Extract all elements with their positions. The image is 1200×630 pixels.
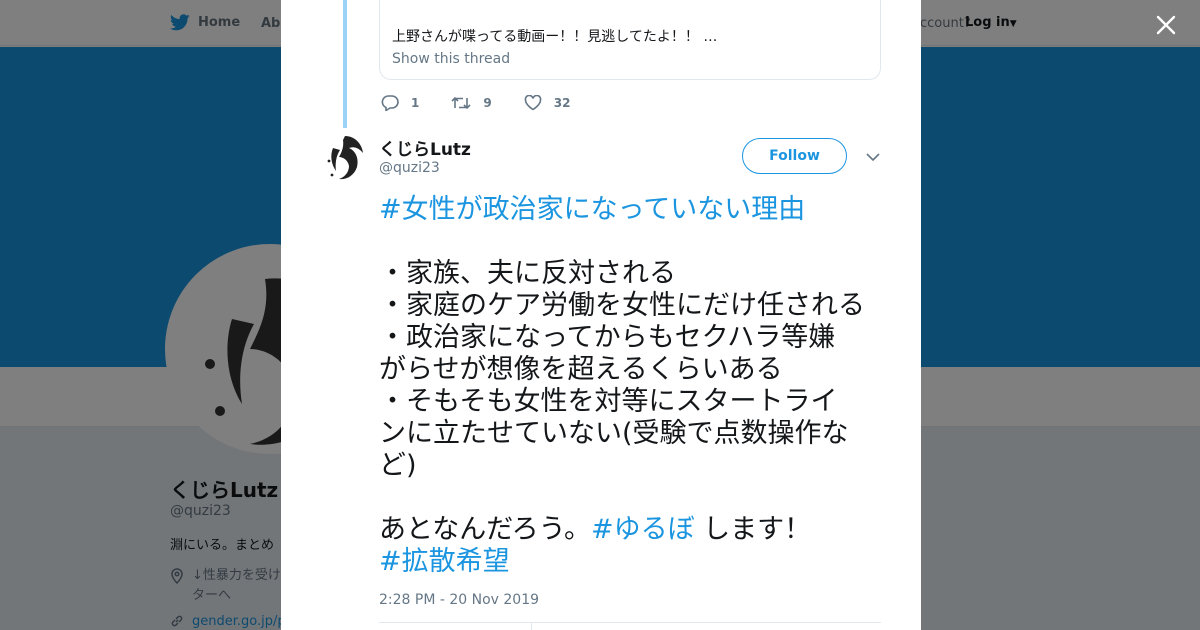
tweet-line: あとなんだろう。#ゆるぼ します！ bbox=[379, 514, 889, 546]
like-action[interactable]: 32 bbox=[524, 95, 571, 111]
author-handle[interactable]: @quzi23 bbox=[379, 160, 440, 176]
heart-icon bbox=[524, 95, 542, 111]
retweet-action[interactable]: 9 bbox=[451, 95, 492, 111]
tweet-timestamp[interactable]: 2:28 PM - 20 Nov 2019 bbox=[379, 592, 539, 608]
author-name[interactable]: くじらLutz bbox=[379, 135, 471, 160]
reply-icon bbox=[381, 95, 399, 111]
tweet-line: ・政治家になってからもセクハラ等嫌 bbox=[379, 322, 836, 353]
chevron-down-icon[interactable] bbox=[865, 150, 881, 164]
tweet-line: がらせが想像を超えるくらいある bbox=[379, 354, 783, 385]
tweet-line-text: します！ bbox=[694, 514, 812, 545]
like-count: 32 bbox=[553, 96, 571, 110]
tweet-line-text: あとなんだろう。 bbox=[379, 514, 591, 545]
quoted-tweet-card[interactable]: 上野さんが喋ってる動画ー！！見逃してたよ！！ … Show this threa… bbox=[379, 0, 881, 80]
tweet-text: #女性が政治家になっていない理由 ・家族、夫に反対される ・家庭のケア労働を女性… bbox=[379, 194, 889, 578]
hashtag-link[interactable]: #拡散希望 bbox=[379, 546, 889, 578]
show-thread-link[interactable]: Show this thread bbox=[392, 51, 510, 67]
reply-count: 1 bbox=[411, 96, 420, 110]
stats-divider bbox=[379, 622, 881, 623]
tweet-line: ・家族、夫に反対される bbox=[379, 258, 676, 289]
follow-button[interactable]: Follow bbox=[742, 138, 847, 174]
hashtag-link[interactable]: #女性が政治家になっていない理由 bbox=[379, 194, 889, 226]
tweet-modal: 上野さんが喋ってる動画ー！！見逃してたよ！！ … Show this threa… bbox=[281, 0, 921, 630]
hashtag-link[interactable]: #ゆるぼ bbox=[591, 514, 695, 545]
retweet-count: 9 bbox=[483, 96, 492, 110]
quoted-tweet-text: 上野さんが喋ってる動画ー！！見逃してたよ！！ … bbox=[392, 29, 718, 45]
tweet-line: ・家庭のケア労働を女性にだけ任される bbox=[379, 290, 865, 321]
thread-connector bbox=[343, 0, 347, 128]
retweet-icon bbox=[451, 96, 471, 110]
author-avatar[interactable] bbox=[325, 134, 365, 182]
stats-divider-vertical bbox=[531, 622, 532, 630]
tweet-line: ど) bbox=[379, 450, 417, 481]
tweet-line: ・そもそも女性を対等にスタートライ bbox=[379, 386, 838, 417]
tweet-line: ンに立たせていない(受験で点数操作な bbox=[379, 418, 849, 449]
close-icon[interactable] bbox=[1154, 13, 1178, 37]
reply-action[interactable]: 1 bbox=[381, 95, 419, 111]
tweet-actions: 1 9 32 bbox=[381, 93, 602, 113]
